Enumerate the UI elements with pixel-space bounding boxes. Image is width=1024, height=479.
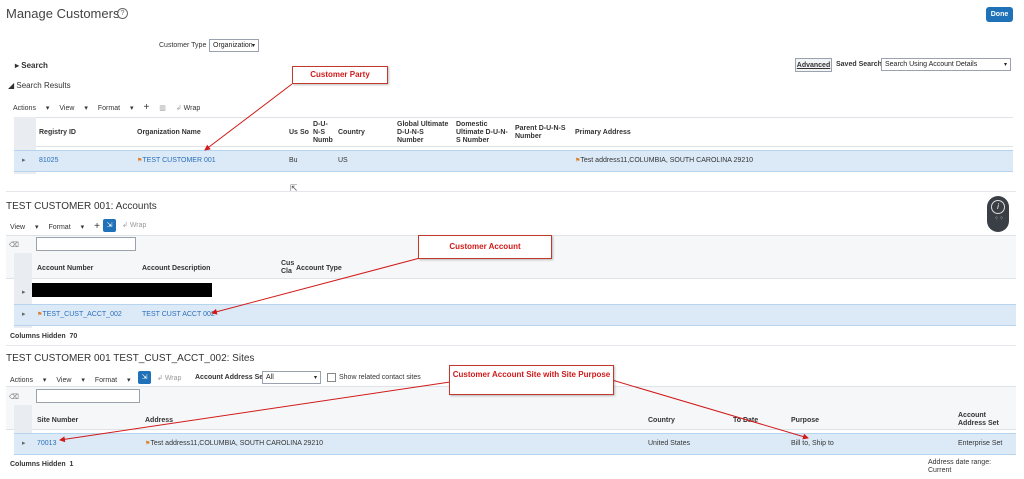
- annotation-customer-party: Customer Party: [292, 66, 388, 84]
- arrow-site-number: [59, 381, 451, 443]
- arrow-customer-party: [204, 83, 293, 151]
- arrow-customer-account: [211, 257, 421, 315]
- annotation-customer-site: Customer Account Site with Site Purpose: [449, 365, 614, 395]
- annotation-customer-account: Customer Account: [418, 235, 552, 259]
- arrow-site-purpose: [611, 379, 809, 440]
